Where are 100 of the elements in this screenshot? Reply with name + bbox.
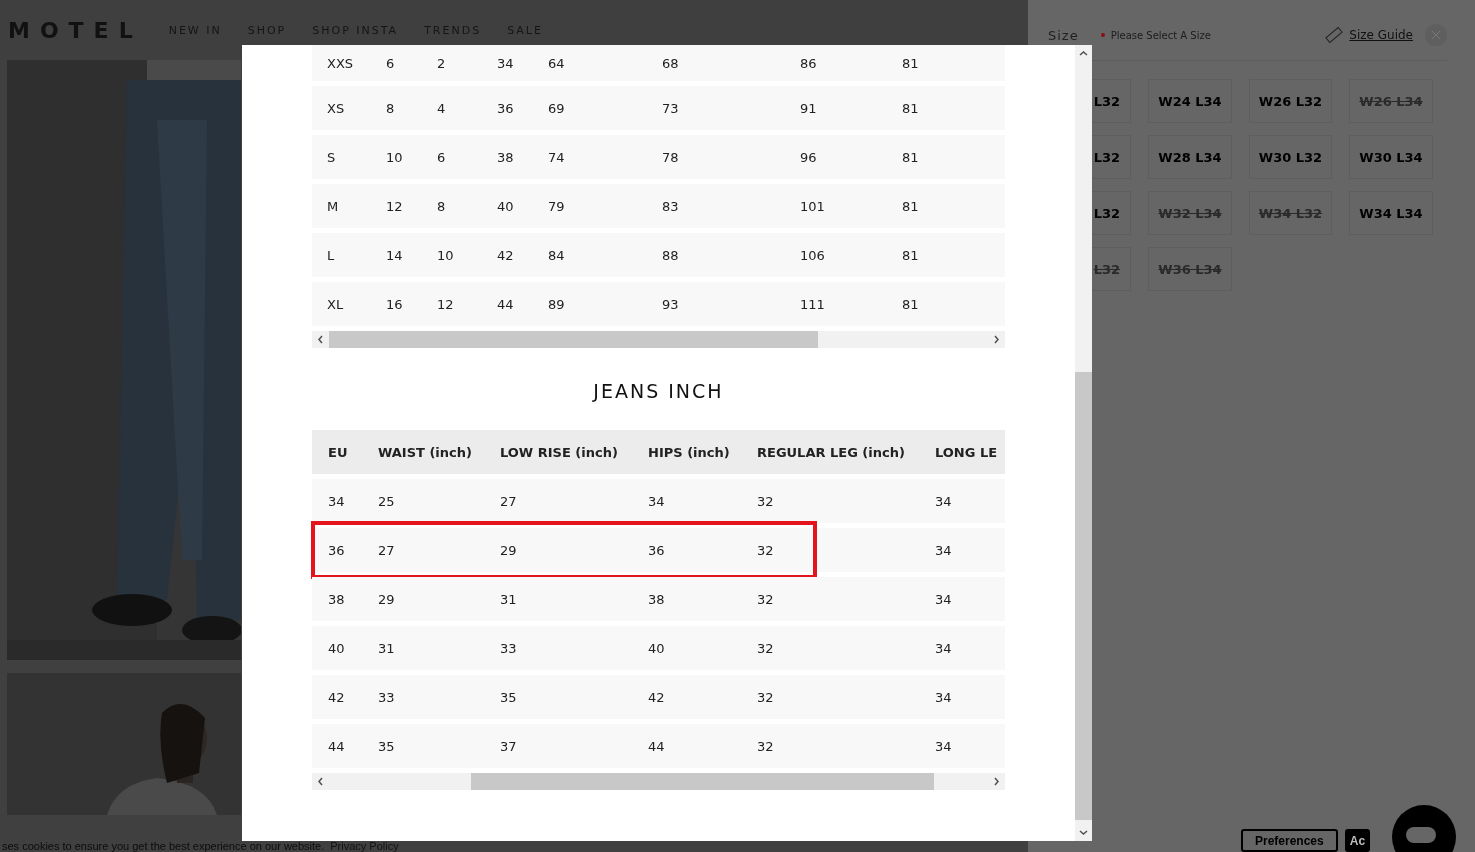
table-cell-text: 16	[386, 296, 404, 312]
table-cell-text: 6	[437, 149, 447, 165]
table-cell-text: 32	[757, 493, 775, 509]
size-label: Size	[1048, 27, 1079, 43]
table-cell-text: 38	[648, 591, 666, 607]
table-cell-text: 32	[757, 591, 775, 607]
table-cell-text: 33	[378, 689, 396, 705]
table-cell-text: 4	[437, 100, 447, 116]
table-cell-text: M	[327, 198, 340, 214]
table-cell-text: 40	[648, 640, 666, 656]
column-header: LONG LE	[935, 444, 999, 460]
table-cell-text: 37	[500, 738, 518, 754]
table-cell-text: 81	[902, 149, 920, 165]
table-cell-text: 32	[757, 738, 775, 754]
table-cell-text: 36	[497, 100, 515, 116]
table-cell-text: 81	[902, 55, 920, 71]
table-cell-text: 91	[800, 100, 818, 116]
table-cell-text: 83	[662, 198, 680, 214]
chat-bubble-icon[interactable]	[1392, 805, 1456, 852]
size-option[interactable]: W26 L34	[1349, 79, 1433, 123]
preferences-button[interactable]: Preferences	[1241, 829, 1338, 852]
table-cell-text: 64	[548, 55, 566, 71]
table-cell-text: 88	[662, 247, 680, 263]
table-cell-text: 10	[437, 247, 455, 263]
table-cell-text: 14	[386, 247, 404, 263]
column-header: EU	[328, 444, 349, 460]
table-cell-text: 34	[648, 493, 666, 509]
horizontal-scrollbar[interactable]	[312, 773, 1005, 790]
size-option[interactable]: W30 L32	[1249, 135, 1332, 179]
table-cell-text: 2	[437, 55, 447, 71]
table-cell-text: 86	[800, 55, 818, 71]
table-cell-text: 81	[902, 296, 920, 312]
table-cell-text: 101	[800, 198, 826, 214]
column-header: LOW RISE (inch)	[500, 444, 619, 460]
table-cell-text: 32	[757, 640, 775, 656]
table-cell-text: 8	[386, 100, 396, 116]
vertical-scrollbar[interactable]	[1075, 45, 1092, 841]
size-guide-link[interactable]: Size Guide	[1349, 28, 1413, 42]
size-option[interactable]: W32 L34	[1148, 191, 1232, 235]
column-header: REGULAR LEG (inch)	[757, 444, 906, 460]
table-cell-text: 6	[386, 55, 396, 71]
ruler-icon	[1325, 26, 1344, 44]
table-cell-text: 111	[800, 296, 826, 312]
table-cell-text: 74	[548, 149, 566, 165]
size-option[interactable]: W30 L34	[1349, 135, 1433, 179]
size-option[interactable]: W34 L34	[1349, 191, 1433, 235]
table-cell-text: 79	[548, 198, 566, 214]
close-icon	[1431, 30, 1441, 40]
table-cell-text: 38	[328, 591, 346, 607]
table-cell-text: 42	[648, 689, 666, 705]
size-option[interactable]: W34 L32	[1249, 191, 1332, 235]
table-cell-text: 35	[378, 738, 396, 754]
table-cell-text: 29	[500, 542, 518, 558]
table-cell-text: 34	[935, 591, 953, 607]
table-cell-text: XXS	[327, 55, 355, 71]
table-cell-text: 78	[662, 149, 680, 165]
table-cell-text: 93	[662, 296, 680, 312]
table-cell-text: 36	[328, 542, 346, 558]
table-cell-text: 31	[378, 640, 396, 656]
table-cell-text: 96	[800, 149, 818, 165]
table-cell-text: 12	[437, 296, 455, 312]
table-cell-text: 69	[548, 100, 566, 116]
size-option[interactable]: W28 L34	[1148, 135, 1232, 179]
table-cell-text: 84	[548, 247, 566, 263]
table-cell-text: 42	[328, 689, 346, 705]
table-cell-text: 34	[935, 738, 953, 754]
column-header: WAIST (inch)	[378, 444, 473, 460]
table-cell-text: 81	[902, 198, 920, 214]
table-cell-text: XL	[327, 296, 345, 312]
table-cell-text: 34	[328, 493, 346, 509]
table-cell-text: 68	[662, 55, 680, 71]
column-header: HIPS (inch)	[648, 444, 731, 460]
table-cell-text: 31	[500, 591, 518, 607]
table-cell-text: 34	[935, 542, 953, 558]
table-cell-text: 36	[648, 542, 666, 558]
table-cell-text: 12	[386, 198, 404, 214]
table-cell-text: 35	[500, 689, 518, 705]
table-cell-text: 40	[497, 198, 515, 214]
table-cell-text: 29	[378, 591, 396, 607]
table-cell-text: 34	[935, 640, 953, 656]
table-cell-text: 27	[378, 542, 396, 558]
accept-button[interactable]: Ac	[1344, 829, 1371, 852]
table-cell-text: 34	[935, 493, 953, 509]
horizontal-scrollbar[interactable]	[312, 331, 1005, 348]
table-cell-text: 89	[548, 296, 566, 312]
table-cell-text: 44	[497, 296, 515, 312]
table-cell-text: 42	[497, 247, 515, 263]
table-cell-text: 27	[500, 493, 518, 509]
table-cell-text: S	[327, 149, 337, 165]
size-option[interactable]: W36 L34	[1148, 247, 1232, 291]
table-cell-text: 44	[648, 738, 666, 754]
table-cell-text: 25	[378, 493, 396, 509]
table-cell-text: 106	[800, 247, 826, 263]
table-cell-text: 32	[757, 689, 775, 705]
table-cell-text: 33	[500, 640, 518, 656]
size-option[interactable]: W24 L34	[1148, 79, 1232, 123]
table-cell-text: 10	[386, 149, 404, 165]
table-cell-text: 73	[662, 100, 680, 116]
table-cell-text: 34	[935, 689, 953, 705]
size-option[interactable]: W26 L32	[1249, 79, 1332, 123]
